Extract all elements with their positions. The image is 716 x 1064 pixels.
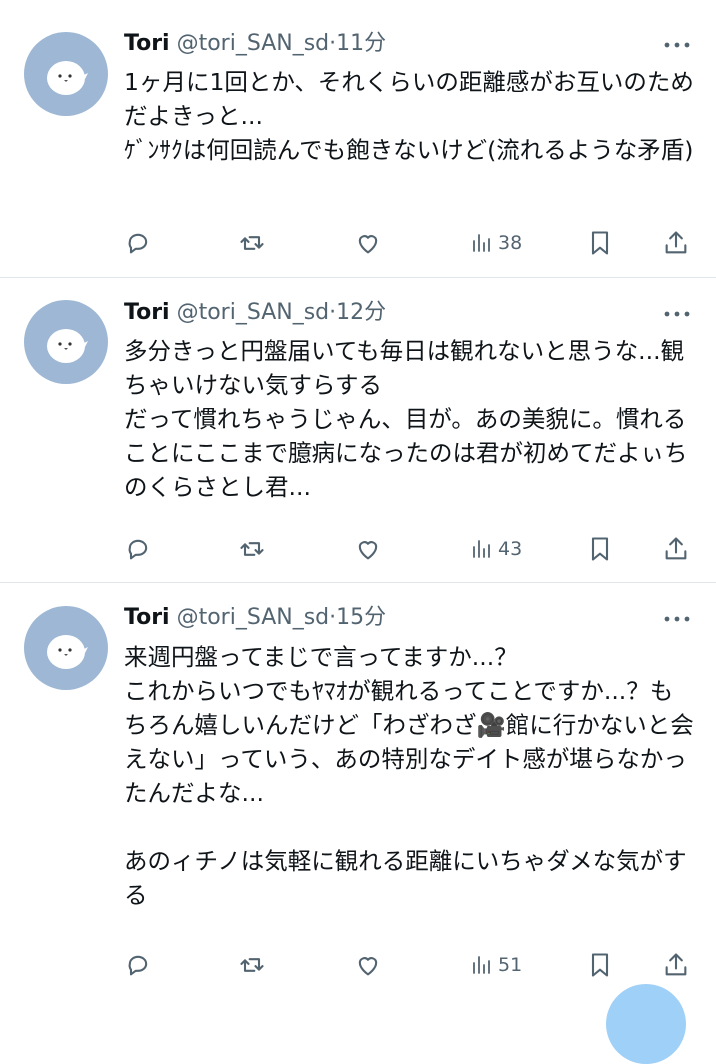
more-dots-icon bbox=[664, 42, 690, 48]
share-button[interactable] bbox=[662, 534, 690, 564]
tweet-text: 1ヶ月に1回とか、それくらいの距離感がお互いのためだよきっと... ｹﾞﾝｻｸは… bbox=[124, 68, 694, 164]
compose-button[interactable] bbox=[606, 984, 686, 1064]
view-count: 43 bbox=[498, 538, 523, 560]
bookmark-button[interactable] bbox=[586, 228, 614, 258]
retweet-icon bbox=[240, 236, 264, 250]
share-button[interactable] bbox=[662, 950, 690, 980]
more-options-button[interactable] bbox=[662, 303, 692, 325]
like-button[interactable] bbox=[354, 950, 382, 980]
reply-button[interactable] bbox=[124, 534, 152, 564]
bookmark-button[interactable] bbox=[586, 950, 614, 980]
views-button[interactable]: 38 bbox=[470, 228, 522, 258]
timestamp[interactable]: 12分 bbox=[336, 300, 386, 325]
tweet-header: Tori @tori_SAN_sd·15分 bbox=[124, 605, 386, 631]
avatar[interactable] bbox=[24, 606, 108, 690]
views-button[interactable]: 43 bbox=[470, 534, 522, 564]
timestamp[interactable]: 15分 bbox=[336, 605, 386, 630]
share-button[interactable] bbox=[662, 228, 690, 258]
tweet-text: 来週円盤ってまじで言ってますか...？ これからいつでもﾔﾏｵが観れるってことで… bbox=[124, 643, 694, 909]
bookmark-icon bbox=[591, 953, 609, 977]
heart-icon bbox=[358, 541, 378, 560]
timestamp[interactable]: 11分 bbox=[336, 31, 386, 56]
share-icon bbox=[665, 537, 687, 560]
display-name[interactable]: Tori bbox=[124, 605, 170, 630]
action-bar: 38 bbox=[124, 228, 694, 258]
bird-avatar-icon bbox=[47, 61, 88, 95]
user-handle[interactable]: @tori_SAN_sd bbox=[177, 605, 330, 630]
share-icon bbox=[665, 953, 687, 976]
user-handle[interactable]: @tori_SAN_sd bbox=[177, 300, 330, 325]
reply-button[interactable] bbox=[124, 950, 152, 980]
more-options-button[interactable] bbox=[662, 34, 692, 56]
more-options-button[interactable] bbox=[662, 608, 692, 630]
retweet-button[interactable] bbox=[238, 534, 266, 564]
views-icon bbox=[473, 234, 490, 252]
reply-icon bbox=[128, 955, 148, 976]
display-name[interactable]: Tori bbox=[124, 300, 170, 325]
like-button[interactable] bbox=[354, 534, 382, 564]
view-count: 38 bbox=[498, 232, 523, 254]
avatar[interactable] bbox=[24, 32, 108, 116]
views-icon bbox=[473, 956, 490, 974]
action-bar: 43 bbox=[124, 534, 694, 564]
retweet-button[interactable] bbox=[238, 228, 266, 258]
avatar[interactable] bbox=[24, 300, 108, 384]
share-icon bbox=[665, 231, 687, 254]
reply-button[interactable] bbox=[124, 228, 152, 258]
more-dots-icon bbox=[664, 616, 690, 622]
tweet-header: Tori @tori_SAN_sd·12分 bbox=[124, 300, 386, 326]
reply-icon bbox=[128, 539, 148, 560]
tweet-divider bbox=[0, 277, 716, 278]
bookmark-icon bbox=[591, 537, 609, 561]
bookmark-button[interactable] bbox=[586, 534, 614, 564]
tweet-divider bbox=[0, 582, 716, 583]
heart-icon bbox=[358, 957, 378, 976]
views-icon bbox=[473, 540, 490, 558]
more-dots-icon bbox=[664, 311, 690, 317]
reply-icon bbox=[128, 233, 148, 254]
retweet-button[interactable] bbox=[238, 950, 266, 980]
like-button[interactable] bbox=[354, 228, 382, 258]
heart-icon bbox=[358, 235, 378, 254]
views-button[interactable]: 51 bbox=[470, 950, 522, 980]
bookmark-icon bbox=[591, 231, 609, 255]
view-count: 51 bbox=[498, 954, 523, 976]
action-bar: 51 bbox=[124, 950, 694, 980]
bird-avatar-icon bbox=[47, 635, 88, 669]
retweet-icon bbox=[240, 542, 264, 556]
tweet-header: Tori @tori_SAN_sd·11分 bbox=[124, 31, 386, 57]
tweet-text: 多分きっと円盤届いても毎日は観れないと思うな...観ちゃいけない気すらする だっ… bbox=[124, 337, 688, 501]
retweet-icon bbox=[240, 958, 264, 972]
bird-avatar-icon bbox=[47, 329, 88, 363]
user-handle[interactable]: @tori_SAN_sd bbox=[177, 31, 330, 56]
display-name[interactable]: Tori bbox=[124, 31, 170, 56]
